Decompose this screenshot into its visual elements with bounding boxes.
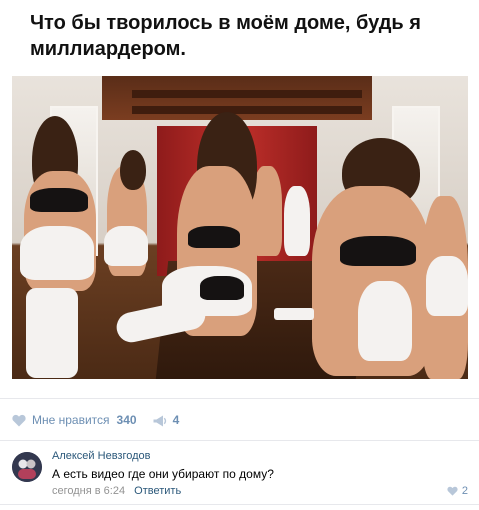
divider (0, 440, 479, 441)
like-count[interactable]: 340 (117, 413, 137, 427)
comment-author[interactable]: Алексей Невзгодов (52, 450, 150, 462)
heart-icon[interactable] (12, 414, 26, 427)
photo-beam (132, 90, 362, 98)
divider (0, 398, 479, 399)
photo-figure-apron (358, 281, 412, 361)
post-title: Что бы творилось в моём доме, будь я мил… (30, 12, 421, 60)
comment-like-button[interactable]: 2 (447, 485, 468, 497)
photo-figure-bottom (200, 276, 244, 300)
like-button[interactable]: Мне нравится (32, 413, 110, 427)
photo-figure-top (30, 188, 88, 212)
avatar[interactable] (12, 452, 42, 482)
photo-figure-top (188, 226, 240, 248)
heart-icon (447, 486, 458, 496)
reply-button[interactable]: Ответить (134, 485, 181, 497)
share-icon[interactable] (153, 414, 167, 427)
photo-figure-apron (284, 186, 310, 256)
photo-figure-apron (426, 256, 468, 316)
photo-cleaning-cloth (274, 308, 314, 320)
comment: Алексей Невзгодов А есть видео где они у… (12, 450, 472, 502)
comment-like-count: 2 (461, 485, 468, 497)
post-photo[interactable] (12, 76, 468, 379)
comment-text: А есть видео где они убирают по дому? (52, 467, 274, 481)
photo-figure-apron (20, 226, 94, 280)
comment-meta: сегодня в 6:24 Ответить (52, 485, 181, 497)
divider (0, 504, 479, 505)
share-count[interactable]: 4 (173, 413, 180, 427)
photo-figure-top (340, 236, 416, 266)
photo-beam (132, 106, 362, 114)
comment-time[interactable]: сегодня в 6:24 (52, 485, 125, 497)
photo-figure-stockings (26, 288, 78, 378)
photo-figure-apron (104, 226, 148, 266)
photo-figure-hair (120, 150, 146, 190)
post-actions-bar: Мне нравится 340 4 (12, 410, 179, 430)
